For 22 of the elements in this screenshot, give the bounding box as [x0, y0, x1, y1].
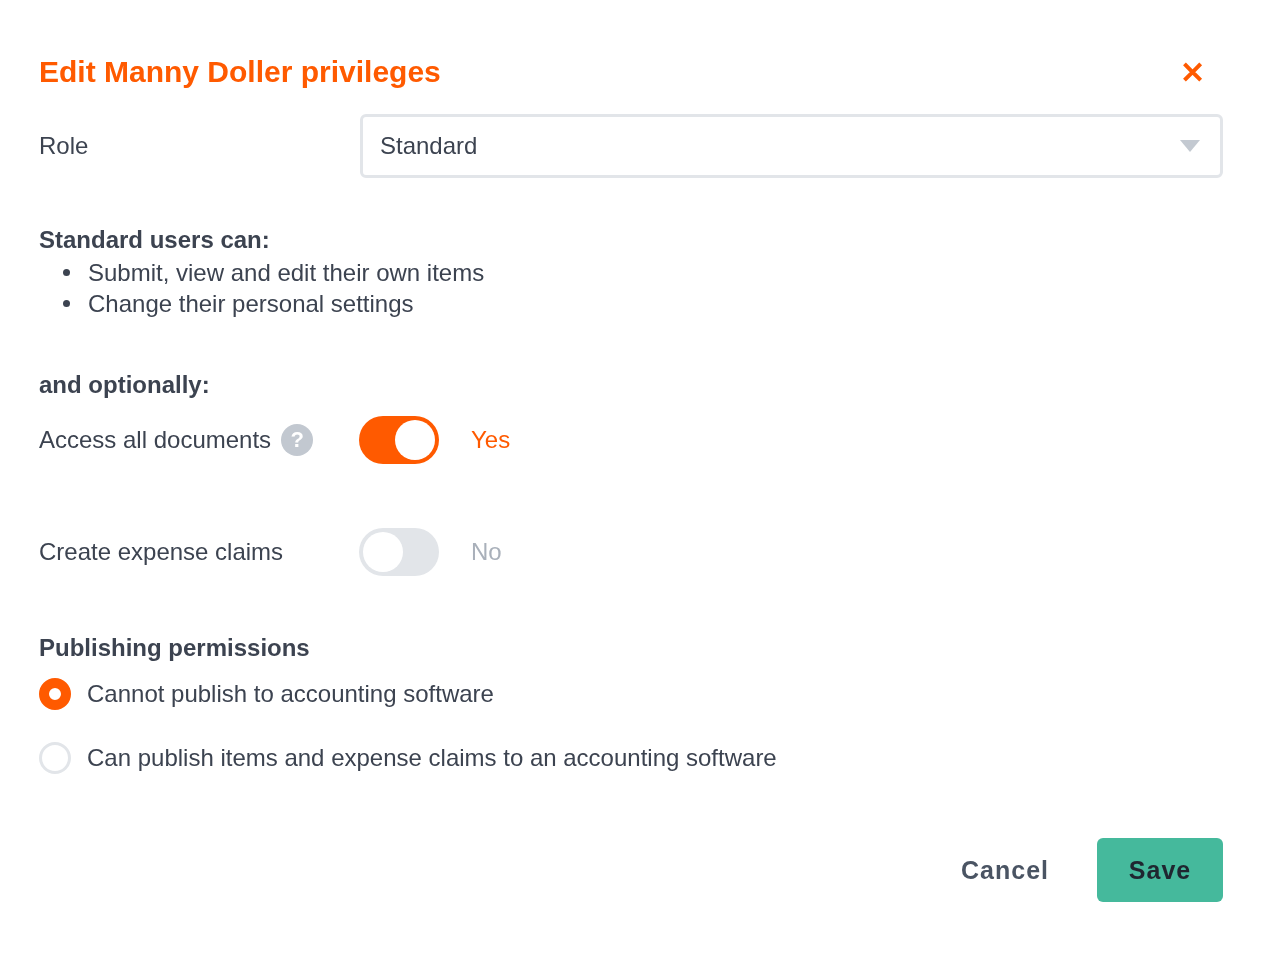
radio-button[interactable] — [39, 678, 71, 710]
section-heading: Standard users can: — [39, 226, 271, 254]
toggle-state: No — [471, 538, 502, 566]
toggle-switch[interactable] — [359, 528, 439, 576]
radio-label: Cannot publish to accounting software — [87, 680, 494, 708]
cancel-button[interactable]: Cancel — [961, 855, 1049, 885]
bullet-icon — [63, 269, 70, 276]
list-item: Submit, view and edit their own items — [88, 258, 485, 287]
list-item: Change their personal settings — [88, 289, 414, 318]
toggle-state: Yes — [471, 426, 511, 454]
toggle-switch[interactable] — [359, 416, 439, 464]
section-heading: and optionally: — [39, 371, 211, 399]
radio-label: Can publish items and expense claims to an accounting software — [87, 744, 777, 772]
section-heading: Publishing permissions — [39, 634, 311, 662]
dialog-title: Edit Manny Doller privileges — [39, 55, 441, 89]
bullet-icon — [63, 300, 70, 307]
save-button[interactable]: Save — [1097, 838, 1223, 902]
field-label: Role — [39, 132, 90, 160]
toggle-label: Create expense claims — [39, 538, 284, 566]
role-dropdown[interactable]: Standard — [360, 114, 1223, 178]
toggle-label: Access all documents — [39, 426, 272, 454]
caret-icon — [1180, 140, 1200, 152]
